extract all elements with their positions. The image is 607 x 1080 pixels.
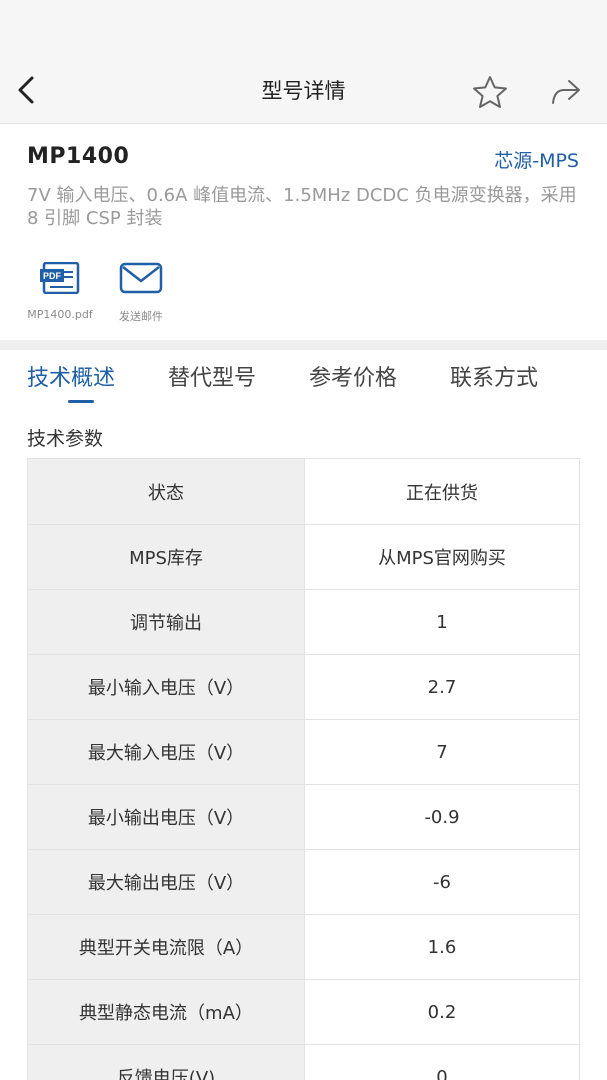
spec-value[interactable]: 从MPS官网购买 [305, 525, 579, 589]
spec-key: 调节输出 [28, 590, 305, 654]
back-button[interactable] [8, 70, 44, 110]
spec-key: 状态 [28, 459, 305, 524]
spec-key: 最大输出电压（V） [28, 850, 305, 914]
tab-active-indicator [68, 400, 94, 403]
product-description: 7V 输入电压、0.6A 峰值电流、1.5MHz DCDC 负电源变换器，采用 … [27, 185, 577, 229]
spec-value: 7 [436, 741, 448, 763]
spec-key: 典型开关电流限（A） [28, 915, 305, 979]
spec-key: MPS库存 [28, 525, 305, 589]
table-row: MPS库存 从MPS官网购买 [28, 524, 579, 589]
navigation-bar: 型号详情 [0, 58, 607, 124]
spec-value: 正在供货 [406, 482, 478, 504]
share-button[interactable] [546, 72, 586, 112]
model-number: MP1400 [27, 144, 130, 169]
mail-icon [119, 262, 163, 294]
specs-section-title: 技术参数 [27, 428, 104, 450]
table-row: 反馈电压(V) 0 [28, 1044, 579, 1080]
table-row: 最大输出电压（V） -6 [28, 849, 579, 914]
table-row: 调节输出 1 [28, 589, 579, 654]
spec-table: 状态 正在供货 MPS库存 从MPS官网购买 调节输出 1 最小输入电压（V） … [27, 458, 580, 1080]
pdf-attachment[interactable]: PDF MP1400.pdf [15, 258, 105, 321]
table-row: 状态 正在供货 [28, 459, 579, 524]
pdf-attachment-label: MP1400.pdf [27, 308, 93, 321]
spec-value: -6 [433, 871, 451, 893]
spec-key: 最小输出电压（V） [28, 785, 305, 849]
spec-value: -0.9 [424, 806, 460, 828]
favorite-button[interactable] [470, 72, 510, 112]
star-outline-icon [473, 76, 507, 108]
table-row: 最小输入电压（V） 2.7 [28, 654, 579, 719]
tab-reference-price[interactable]: 参考价格 [309, 360, 397, 392]
send-email-button[interactable]: 发送邮件 [96, 258, 186, 324]
product-info: MP1400 芯源-MPS 7V 输入电压、0.6A 峰值电流、1.5MHz D… [0, 124, 607, 340]
spec-key: 最大输入电压（V） [28, 720, 305, 784]
tab-alternatives[interactable]: 替代型号 [168, 360, 256, 392]
spec-value: 2.7 [427, 676, 457, 698]
send-email-label: 发送邮件 [119, 310, 163, 323]
table-row: 最小输出电压（V） -0.9 [28, 784, 579, 849]
manufacturer-link[interactable]: 芯源-MPS [494, 146, 579, 173]
tab-technical-overview[interactable]: 技术概述 [27, 360, 115, 392]
spec-value: 0.2 [427, 1001, 457, 1023]
svg-text:PDF: PDF [43, 271, 62, 281]
table-row: 最大输入电压（V） 7 [28, 719, 579, 784]
spec-value: 1 [436, 611, 448, 633]
table-row: 典型开关电流限（A） 1.6 [28, 914, 579, 979]
spec-key: 典型静态电流（mA） [28, 980, 305, 1044]
tab-contact[interactable]: 联系方式 [450, 360, 538, 392]
spec-key: 最小输入电压（V） [28, 655, 305, 719]
pdf-file-icon: PDF [40, 262, 80, 294]
spec-value: 0 [436, 1066, 448, 1080]
spec-value: 1.6 [427, 936, 457, 958]
spec-key: 反馈电压(V) [28, 1045, 305, 1080]
back-arrow-icon [18, 76, 34, 104]
section-divider [0, 340, 607, 350]
share-arrow-icon [552, 80, 580, 104]
table-row: 典型静态电流（mA） 0.2 [28, 979, 579, 1044]
tab-bar: 技术概述 替代型号 参考价格 联系方式 [0, 350, 607, 408]
page-title: 型号详情 [261, 79, 346, 103]
status-bar [0, 0, 607, 58]
